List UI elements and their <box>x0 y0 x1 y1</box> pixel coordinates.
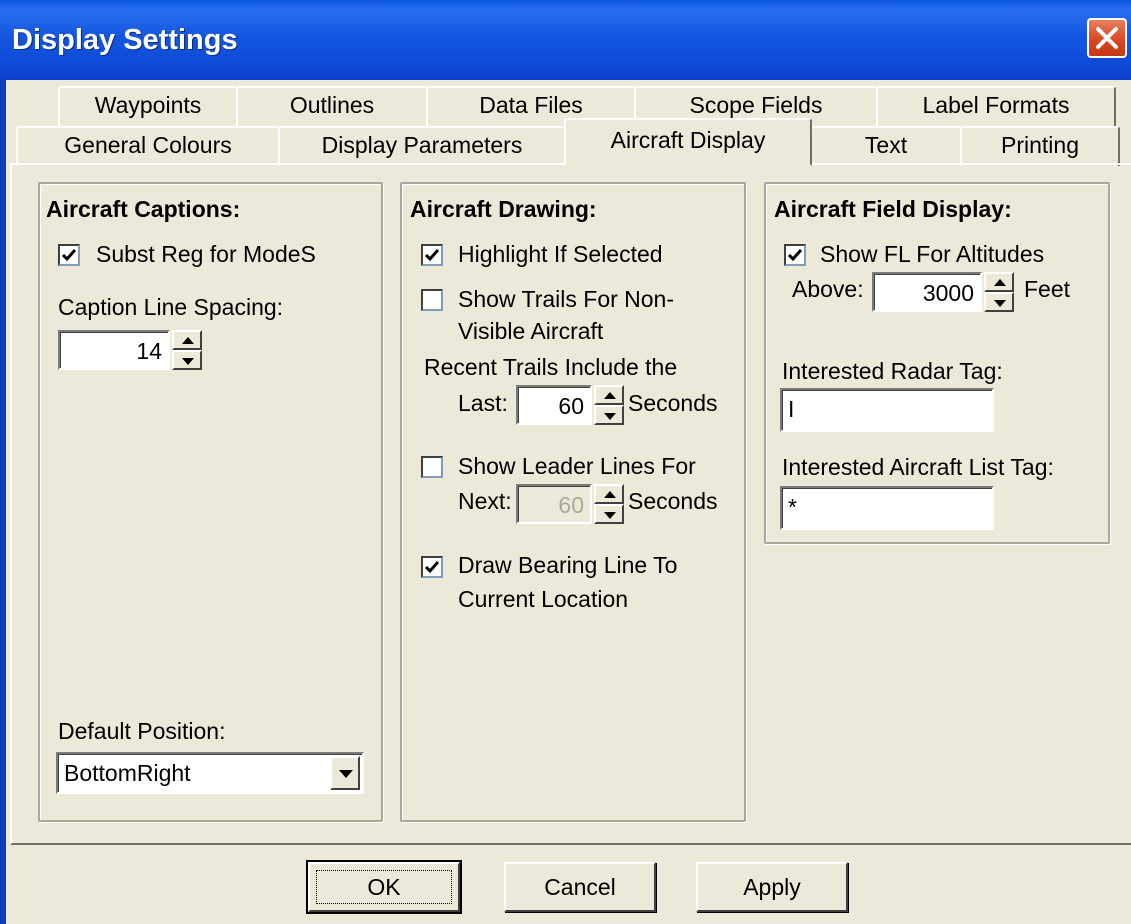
tab-label: Data Files <box>479 92 583 118</box>
list-tag-label: Interested Aircraft List Tag: <box>782 454 1054 480</box>
radar-tag-label: Interested Radar Tag: <box>782 358 1003 384</box>
default-position-label: Default Position: <box>58 718 226 744</box>
spin-up-button[interactable] <box>984 272 1014 292</box>
arrow-down-icon <box>604 413 616 420</box>
chevron-down-icon <box>339 770 353 778</box>
show-fl-label[interactable]: Show FL For Altitudes <box>820 241 1044 268</box>
subst-reg-checkbox[interactable] <box>58 244 80 266</box>
show-trails-checkbox[interactable] <box>421 289 443 311</box>
tab-printing[interactable]: Printing <box>960 126 1120 166</box>
spin-down-button[interactable] <box>984 292 1014 312</box>
tab-label-formats[interactable]: Label Formats <box>876 86 1116 126</box>
check-icon <box>787 249 803 262</box>
tab-label: Scope Fields <box>689 92 823 118</box>
apply-label: Apply <box>743 874 801 900</box>
leader-lines-label[interactable]: Show Leader Lines For <box>458 453 696 480</box>
tab-label: Waypoints <box>94 92 202 118</box>
highlight-label[interactable]: Highlight If Selected <box>458 241 663 268</box>
above-unit-label: Feet <box>1024 276 1071 302</box>
arrow-down-icon <box>994 300 1006 307</box>
spin-down-button[interactable] <box>594 405 624 425</box>
line-spacing-input[interactable]: 14 <box>58 330 170 370</box>
tab-label: Printing <box>1001 132 1079 158</box>
highlight-checkbox[interactable] <box>421 244 443 266</box>
ok-button[interactable]: OK <box>306 860 462 914</box>
focus-rect <box>316 870 452 904</box>
tab-general-colours[interactable]: General Colours <box>16 126 280 166</box>
above-label: Above: <box>792 276 864 302</box>
tab-display-parameters[interactable]: Display Parameters <box>278 126 566 166</box>
window-frame <box>0 80 6 924</box>
line-spacing-label: Caption Line Spacing: <box>58 294 284 320</box>
check-icon <box>424 249 440 262</box>
window-title: Display Settings <box>12 24 238 56</box>
spin-down-button[interactable] <box>594 504 624 524</box>
aircraft-field-display-title: Aircraft Field Display: <box>774 196 1012 222</box>
arrow-up-icon <box>182 337 194 344</box>
tab-label: Display Parameters <box>321 132 523 158</box>
last-seconds-input[interactable]: 60 <box>516 385 592 425</box>
arrow-up-icon <box>604 491 616 498</box>
check-icon <box>424 561 440 574</box>
list-tag-input[interactable]: * <box>780 486 994 530</box>
next-unit-label: Seconds <box>628 488 718 514</box>
show-trails-label[interactable]: Show Trails For Non- <box>458 286 674 313</box>
line-spacing-spinner[interactable] <box>172 330 202 370</box>
leader-lines-checkbox[interactable] <box>421 456 443 478</box>
bearing-line-label[interactable]: Draw Bearing Line To <box>458 552 677 579</box>
spin-up-button[interactable] <box>594 385 624 405</box>
tab-label: General Colours <box>64 132 232 158</box>
close-icon <box>1096 27 1118 49</box>
spin-up-button[interactable] <box>172 330 202 350</box>
bearing-line-label-2[interactable]: Current Location <box>458 586 628 613</box>
recent-trails-label: Recent Trails Include the <box>424 354 678 380</box>
spin-up-button[interactable] <box>594 484 624 504</box>
spin-down-button[interactable] <box>172 350 202 370</box>
tab-label: Outlines <box>289 92 375 118</box>
bearing-line-checkbox[interactable] <box>421 556 443 578</box>
arrow-up-icon <box>604 392 616 399</box>
next-label: Next: <box>458 488 512 514</box>
subst-reg-label[interactable]: Subst Reg for ModeS <box>96 241 316 268</box>
tab-label: Text <box>864 132 908 158</box>
aircraft-captions-title: Aircraft Captions: <box>46 196 241 222</box>
dropdown-button[interactable] <box>330 756 360 790</box>
tab-text[interactable]: Text <box>810 126 962 166</box>
arrow-down-icon <box>182 358 194 365</box>
above-feet-input[interactable]: 3000 <box>872 272 982 312</box>
close-button[interactable] <box>1087 18 1127 58</box>
tab-aircraft-display[interactable]: Aircraft Display <box>564 118 812 166</box>
tab-label: Aircraft Display <box>610 127 766 153</box>
last-unit-label: Seconds <box>628 390 718 416</box>
last-seconds-spinner[interactable] <box>594 385 624 425</box>
next-seconds-spinner[interactable] <box>594 484 624 524</box>
show-fl-checkbox[interactable] <box>784 244 806 266</box>
arrow-up-icon <box>994 279 1006 286</box>
cancel-label: Cancel <box>544 874 616 900</box>
tab-label: Label Formats <box>922 92 1070 118</box>
last-label: Last: <box>458 390 508 416</box>
tab-outlines[interactable]: Outlines <box>236 86 428 126</box>
next-seconds-input[interactable]: 60 <box>516 484 592 524</box>
arrow-down-icon <box>604 512 616 519</box>
cancel-button[interactable]: Cancel <box>504 862 656 912</box>
check-icon <box>61 249 77 262</box>
above-feet-spinner[interactable] <box>984 272 1014 312</box>
aircraft-drawing-title: Aircraft Drawing: <box>410 196 597 222</box>
show-trails-label-2[interactable]: Visible Aircraft <box>458 318 603 345</box>
apply-button[interactable]: Apply <box>696 862 848 912</box>
default-position-value: BottomRight <box>64 760 191 786</box>
tab-waypoints[interactable]: Waypoints <box>58 86 238 126</box>
radar-tag-input[interactable]: I <box>780 388 994 432</box>
default-position-select[interactable]: BottomRight <box>56 752 364 794</box>
